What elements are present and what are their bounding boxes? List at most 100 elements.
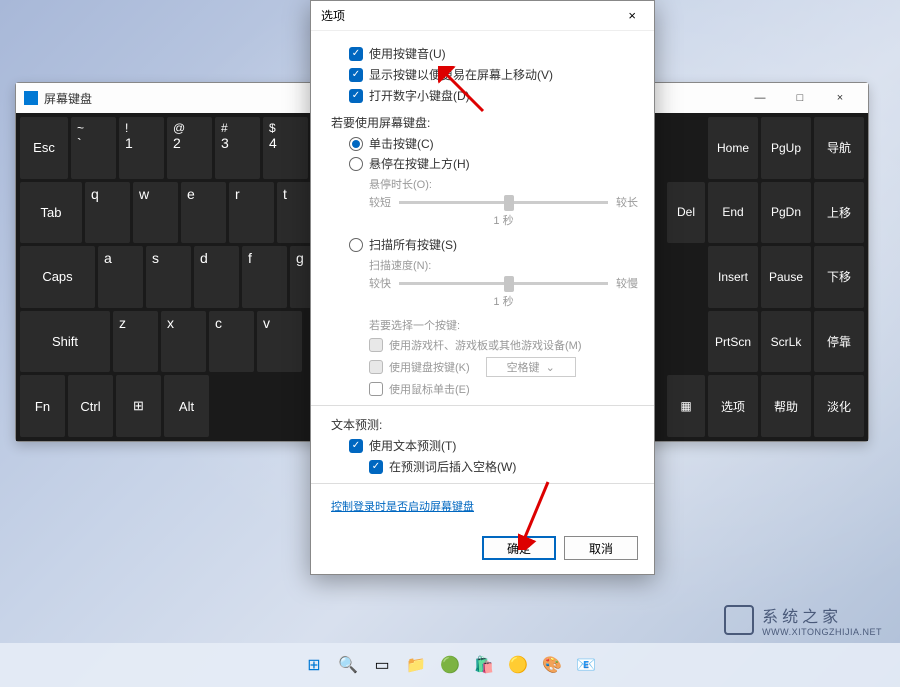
checkbox-icon <box>369 382 383 396</box>
key-nav[interactable]: 导航 <box>814 117 864 179</box>
taskview-icon[interactable]: ▭ <box>368 651 396 679</box>
osk-maximize-button[interactable]: □ <box>780 84 820 112</box>
key-alt[interactable]: Alt <box>164 375 209 437</box>
checkbox-keyboard-key: 使用键盘按键(K) 空格键 ⌄ <box>369 357 638 377</box>
checkbox-click-sound[interactable]: ✓ 使用按键音(U) <box>349 45 638 62</box>
key-x[interactable]: x <box>161 311 206 373</box>
key-d[interactable]: d <box>194 246 239 308</box>
key-help[interactable]: 帮助 <box>761 375 811 437</box>
checkbox-icon <box>369 338 383 352</box>
checkbox-mouse-click: 使用鼠标单击(E) <box>369 381 638 397</box>
checkbox-icon: ✓ <box>349 47 363 61</box>
key-w[interactable]: w <box>133 182 178 244</box>
key-q[interactable]: q <box>85 182 130 244</box>
key-ctxmenu[interactable]: ▦ <box>667 375 705 437</box>
checkbox-icon: ✓ <box>349 89 363 103</box>
separator <box>311 405 654 406</box>
annotation-arrow-1 <box>438 66 488 116</box>
key-4[interactable]: $4 <box>263 117 308 179</box>
key-3[interactable]: #3 <box>215 117 260 179</box>
key-f[interactable]: f <box>242 246 287 308</box>
section-usage-label: 若要使用屏幕键盘: <box>331 114 638 131</box>
osk-close-button[interactable]: × <box>820 84 860 112</box>
start-button[interactable]: ⊞ <box>300 651 328 679</box>
scan-slider-block: 扫描速度(N): 较快 较慢 1 秒 <box>369 257 638 309</box>
hover-duration-slider <box>399 201 608 204</box>
checkbox-icon: ✓ <box>369 460 383 474</box>
dialog-close-button[interactable]: × <box>620 4 644 27</box>
checkbox-icon: ✓ <box>349 439 363 453</box>
key-home[interactable]: Home <box>708 117 758 179</box>
key-pause[interactable]: Pause <box>761 246 811 308</box>
radio-scan-keys[interactable]: 扫描所有按键(S) <box>349 236 638 253</box>
key-v[interactable]: v <box>257 311 302 373</box>
key-end[interactable]: End <box>708 182 758 244</box>
key-z[interactable]: z <box>113 311 158 373</box>
checkbox-show-keys[interactable]: ✓ 显示按键以便更易在屏幕上移动(V) <box>349 66 638 83</box>
key-win[interactable]: ⊞ <box>116 375 161 437</box>
key-c[interactable]: c <box>209 311 254 373</box>
radio-click-keys[interactable]: 单击按键(C) <box>349 135 638 152</box>
checkbox-joystick: 使用游戏杆、游戏板或其他游戏设备(M) <box>369 337 638 353</box>
explorer-icon[interactable]: 📁 <box>402 651 430 679</box>
checkbox-numeric-keypad[interactable]: ✓ 打开数字小键盘(D) <box>349 87 638 104</box>
control-logon-link[interactable]: 控制登录时是否启动屏幕键盘 <box>331 498 474 514</box>
select-key-note: 若要选择一个按键: <box>369 317 638 333</box>
checkbox-icon: ✓ <box>349 68 363 82</box>
key-prtscn[interactable]: PrtScn <box>708 311 758 373</box>
hover-slider-block: 悬停时长(O): 较短 较长 1 秒 <box>369 176 638 228</box>
radio-icon <box>349 238 363 252</box>
search-icon[interactable]: 🔍 <box>334 651 362 679</box>
key-2[interactable]: @2 <box>167 117 212 179</box>
osk-minimize-button[interactable]: — <box>740 84 780 112</box>
key-select-combo: 空格键 ⌄ <box>486 357 576 377</box>
section-text-predict-label: 文本预测: <box>331 416 638 433</box>
dialog-title: 选项 <box>321 7 620 24</box>
osk-app-icon <box>24 91 38 105</box>
watermark-title: 系统之家 <box>762 603 882 627</box>
separator <box>311 483 654 484</box>
taskbar[interactable]: ⊞ 🔍 ▭ 📁 🟢 🛍️ 🟡 🎨 📧 <box>0 643 900 687</box>
checkbox-insert-space[interactable]: ✓ 在预测词后插入空格(W) <box>369 458 638 475</box>
key-a[interactable]: a <box>98 246 143 308</box>
key-scrlk[interactable]: ScrLk <box>761 311 811 373</box>
watermark-url: WWW.XITONGZHIJIA.NET <box>762 627 882 637</box>
cancel-button[interactable]: 取消 <box>564 536 638 560</box>
store-icon[interactable]: 🛍️ <box>470 651 498 679</box>
dialog-button-row: 确定 取消 <box>311 526 654 574</box>
key-1[interactable]: !1 <box>119 117 164 179</box>
scan-speed-slider <box>399 282 608 285</box>
paint-icon[interactable]: 🎨 <box>538 651 566 679</box>
checkbox-text-predict[interactable]: ✓ 使用文本预测(T) <box>349 437 638 454</box>
watermark-logo <box>724 605 754 635</box>
key-r[interactable]: r <box>229 182 274 244</box>
key-fade[interactable]: 淡化 <box>814 375 864 437</box>
edge-icon[interactable]: 🟢 <box>436 651 464 679</box>
key-e[interactable]: e <box>181 182 226 244</box>
key-ctrl[interactable]: Ctrl <box>68 375 113 437</box>
key-pgup[interactable]: PgUp <box>761 117 811 179</box>
key-caps[interactable]: Caps <box>20 246 95 308</box>
key-shift[interactable]: Shift <box>20 311 110 373</box>
key-moveup[interactable]: 上移 <box>814 182 864 244</box>
key-options[interactable]: 选项 <box>708 375 758 437</box>
annotation-arrow-2 <box>518 480 568 550</box>
mail-icon[interactable]: 📧 <box>572 651 600 679</box>
radio-hover-keys[interactable]: 悬停在按键上方(H) <box>349 155 638 172</box>
radio-icon <box>349 157 363 171</box>
key-pgdn[interactable]: PgDn <box>761 182 811 244</box>
key-esc[interactable]: Esc <box>20 117 68 179</box>
dialog-titlebar[interactable]: 选项 × <box>311 1 654 31</box>
key-movedown[interactable]: 下移 <box>814 246 864 308</box>
chrome-icon[interactable]: 🟡 <box>504 651 532 679</box>
key-backtick[interactable]: ~` <box>71 117 116 179</box>
checkbox-icon <box>369 360 383 374</box>
watermark: 系统之家 WWW.XITONGZHIJIA.NET <box>724 603 882 637</box>
key-tab[interactable]: Tab <box>20 182 82 244</box>
key-del[interactable]: Del <box>667 182 705 244</box>
key-dock[interactable]: 停靠 <box>814 311 864 373</box>
key-s[interactable]: s <box>146 246 191 308</box>
radio-icon <box>349 137 363 151</box>
key-fn[interactable]: Fn <box>20 375 65 437</box>
key-insert[interactable]: Insert <box>708 246 758 308</box>
